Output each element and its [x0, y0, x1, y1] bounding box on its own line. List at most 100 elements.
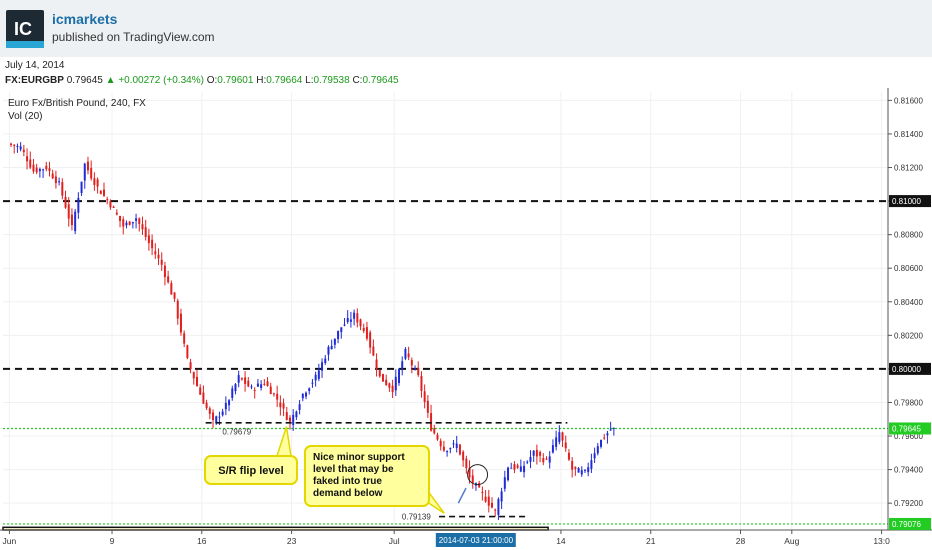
candle-body	[446, 451, 449, 453]
x-tick-label: 21	[646, 536, 656, 546]
candle-body	[606, 433, 609, 436]
chart-title: Euro Fx/British Pound, 240, FX	[8, 98, 146, 109]
candle-body	[314, 374, 317, 381]
candle-body	[388, 383, 391, 388]
low-label: L:	[305, 75, 314, 86]
candle-body	[221, 411, 224, 416]
candle-body	[593, 453, 596, 459]
candle-body	[119, 215, 122, 221]
volume-label: Vol (20)	[8, 111, 42, 122]
candle-body	[532, 450, 535, 456]
candle-body	[317, 370, 320, 379]
price-change: +0.00272 (+0.34%)	[118, 75, 204, 86]
candle-body	[523, 465, 526, 473]
y-tick-label: 0.79400	[894, 466, 923, 475]
publisher-name[interactable]: icmarkets	[52, 11, 117, 27]
candle-body	[103, 189, 106, 196]
candle-body	[519, 466, 522, 472]
quote-line: FX:EURGBP 0.79645 ▲ +0.00272 (+0.34%) O:…	[5, 75, 399, 86]
x-tick-label: 13:0	[873, 536, 890, 546]
candle-body	[42, 169, 45, 171]
candle-body	[513, 464, 516, 470]
icmarkets-logo[interactable]: IC	[6, 10, 44, 48]
candle-body	[471, 475, 474, 483]
candle-body	[131, 222, 134, 224]
candle-body	[577, 468, 580, 473]
candle-body	[484, 496, 487, 502]
candle-body	[147, 235, 150, 244]
candle-body	[311, 382, 314, 384]
open-value: 0.79601	[217, 75, 254, 86]
publish-date: July 14, 2014	[5, 60, 65, 71]
candle-body	[167, 276, 170, 283]
published-note: published on TradingView.com	[52, 30, 215, 44]
candle-body	[282, 403, 285, 409]
candle-body	[439, 440, 442, 447]
y-tick-label: 0.81600	[894, 96, 923, 105]
candle-body	[45, 165, 48, 170]
close-label: C:	[352, 75, 363, 86]
candle-body	[16, 145, 19, 147]
candle-body	[125, 222, 128, 226]
candle-body	[494, 509, 497, 511]
y-tick-label: 0.79800	[894, 398, 923, 407]
y-tick-label: 0.80200	[894, 331, 923, 340]
candle-body	[237, 375, 240, 383]
candle-body	[462, 451, 465, 461]
candle-body	[423, 391, 426, 403]
candle-body	[333, 338, 336, 345]
x-tick-label: Jul	[389, 536, 400, 546]
candle-body	[356, 313, 359, 323]
y-tick-label: 0.81400	[894, 130, 923, 139]
candle-body	[208, 408, 211, 414]
candle-body	[612, 427, 615, 429]
candle	[507, 466, 510, 482]
y-tick-label: 0.80400	[894, 298, 923, 307]
candle-body	[596, 446, 599, 454]
candle-body	[54, 176, 57, 184]
candle-body	[256, 383, 259, 387]
candle-body	[548, 456, 551, 463]
candle-body	[359, 319, 362, 327]
candle-body	[157, 254, 160, 259]
candle-body	[442, 446, 445, 451]
candle-body	[61, 182, 64, 196]
callout-line: faked into true	[313, 476, 382, 487]
candle-body	[151, 239, 154, 249]
candle-body	[83, 163, 86, 181]
candle-body	[346, 317, 349, 323]
candle-body	[244, 377, 247, 384]
candle-body	[516, 465, 519, 468]
candle-body	[38, 168, 41, 172]
candle-body	[138, 218, 141, 224]
candle-body	[272, 393, 275, 395]
candle	[458, 443, 461, 456]
candle-body	[199, 387, 202, 395]
y-tick-label: 0.80600	[894, 264, 923, 273]
candle-body	[529, 456, 532, 462]
candle-body	[112, 206, 115, 208]
candle-body	[19, 146, 22, 150]
candle-body	[183, 333, 186, 344]
candle-body	[122, 219, 125, 227]
candle-body	[173, 292, 176, 299]
candle-body	[250, 386, 253, 388]
candle-body	[551, 445, 554, 453]
candle-body	[385, 379, 388, 385]
candle	[186, 344, 189, 360]
candle-body	[458, 444, 461, 455]
candle-body	[583, 469, 586, 471]
candle-body	[218, 416, 221, 418]
candle-body	[13, 144, 16, 147]
candle-body	[580, 470, 583, 475]
candle-body	[561, 432, 564, 441]
candle-body	[465, 458, 468, 469]
candle-body	[327, 346, 330, 355]
candle-body	[404, 348, 407, 359]
candle	[404, 347, 407, 361]
candle-body	[455, 443, 458, 449]
high-label: H:	[256, 75, 267, 86]
price-badge-label: 0.79645	[892, 424, 921, 433]
price-badge-label: 0.81000	[892, 197, 921, 206]
price-chart[interactable]: 0.79679 0.79139 S/R flip level Nice minor s…	[0, 88, 932, 550]
